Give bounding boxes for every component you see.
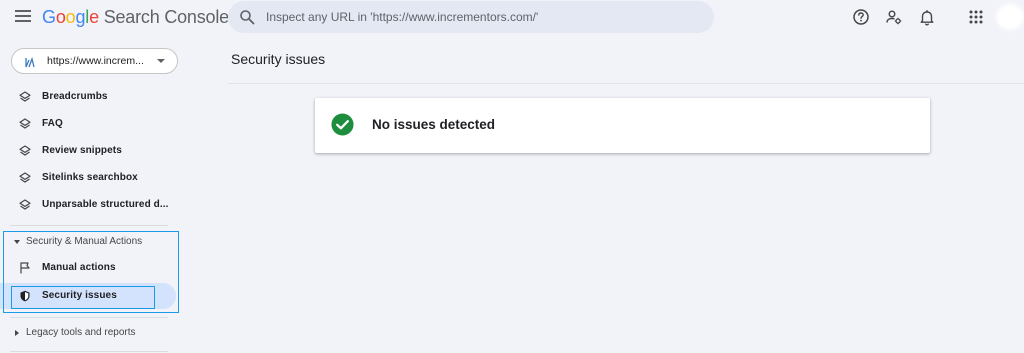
layers-icon — [19, 91, 31, 102]
search-icon[interactable] — [239, 9, 255, 25]
layers-icon — [19, 145, 31, 156]
sidebar-divider — [10, 351, 168, 352]
sidebar-item-breadcrumbs[interactable]: Breadcrumbs — [0, 84, 194, 110]
account-settings-icon[interactable] — [885, 8, 903, 26]
sidebar-item-sitelinks-searchbox[interactable]: Sitelinks searchbox — [0, 165, 194, 191]
layers-icon — [19, 199, 31, 210]
url-inspection-search[interactable] — [228, 1, 714, 33]
apps-grid-icon[interactable] — [967, 8, 985, 26]
status-text: No issues detected — [372, 117, 496, 132]
shield-icon — [20, 290, 30, 302]
hamburger-menu-icon[interactable] — [15, 9, 31, 23]
notifications-icon[interactable] — [918, 8, 936, 26]
main-content: Security issues No issues detected — [212, 34, 1024, 353]
search-console-logo[interactable]: Google Search Console — [42, 7, 229, 28]
sidebar-item-unparsable-structured-data[interactable]: Unparsable structured d... — [0, 192, 194, 218]
sidebar-item-faq[interactable]: FAQ — [0, 111, 194, 137]
section-legacy-tools[interactable]: Legacy tools and reports — [0, 323, 194, 343]
account-avatar[interactable] — [996, 4, 1024, 30]
top-app-bar: Google Search Console — [0, 0, 1024, 34]
property-url: https://www.increm... — [47, 55, 144, 67]
sidebar-item-manual-actions[interactable]: Manual actions — [0, 255, 194, 281]
sidebar-divider — [10, 225, 168, 226]
sidebar-divider — [10, 317, 168, 318]
dropdown-caret-icon — [157, 59, 165, 63]
caret-down-icon — [14, 240, 20, 244]
title-divider — [228, 83, 1024, 84]
sidebar-nav: https://www.increm... Breadcrumbs FAQ Re… — [0, 34, 194, 353]
search-input[interactable] — [266, 1, 706, 33]
layers-icon — [19, 118, 31, 129]
property-selector[interactable]: https://www.increm... — [11, 48, 178, 74]
status-card: No issues detected — [315, 98, 930, 153]
sidebar-item-review-snippets[interactable]: Review snippets — [0, 138, 194, 164]
layers-icon — [19, 172, 31, 183]
sidebar-item-security-issues[interactable]: Security issues — [0, 283, 176, 309]
flag-icon — [20, 262, 30, 274]
caret-right-icon — [15, 330, 19, 336]
page-title: Security issues — [231, 51, 326, 67]
section-security-manual-actions[interactable]: Security & Manual Actions — [0, 232, 194, 252]
check-circle-icon — [331, 113, 354, 136]
help-icon[interactable] — [852, 8, 870, 26]
property-favicon-icon — [25, 56, 35, 68]
